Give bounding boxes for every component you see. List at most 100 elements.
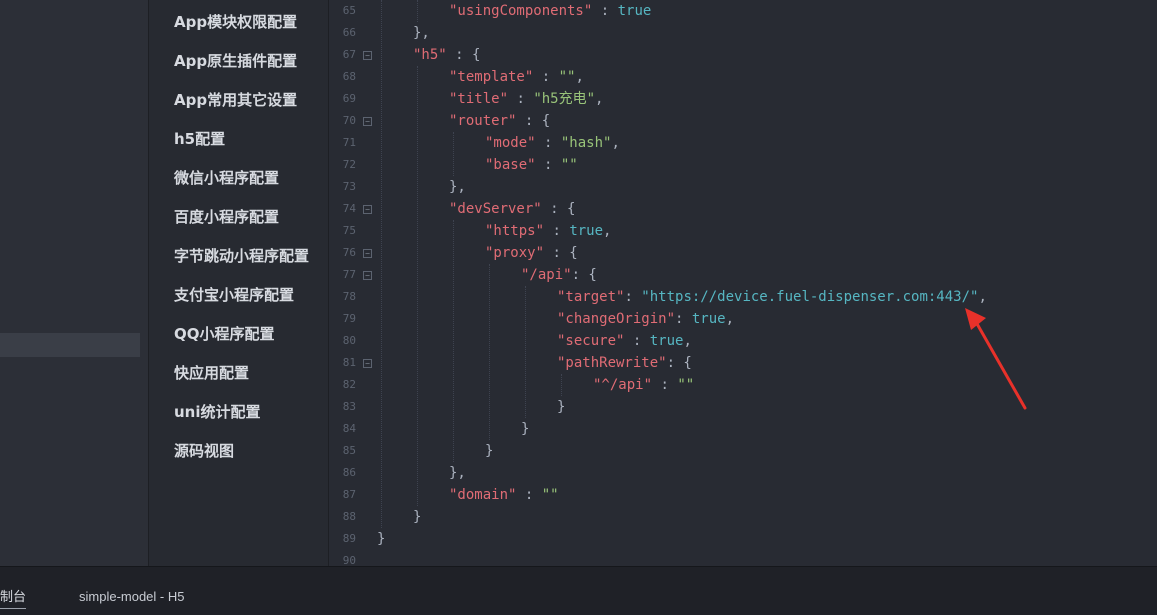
config-nav: App模块权限配置 App原生插件配置 App常用其它设置 h5配置 微信小程序… (149, 0, 328, 566)
fold-toggle-icon[interactable]: − (363, 271, 372, 280)
code-token: } (377, 531, 386, 547)
code-line[interactable]: } (413, 506, 421, 528)
line-number: 82 (342, 378, 356, 391)
line-number: 90 (342, 554, 356, 566)
code-line[interactable]: "devServer" : { (449, 198, 575, 220)
code-line[interactable]: "mode" : "hash", (485, 132, 620, 154)
code-line[interactable]: "/api": { (521, 264, 597, 286)
code-line[interactable]: "^/api" : "" (593, 374, 694, 396)
code-line[interactable]: "h5" : { (413, 44, 480, 66)
code-token: : { (544, 245, 578, 261)
code-line[interactable]: } (377, 528, 385, 550)
nav-item-bytedance-miniprogram[interactable]: 字节跳动小程序配置 (174, 246, 309, 266)
nav-item-uni-stats[interactable]: uni统计配置 (174, 402, 261, 422)
json-key: "base" (485, 157, 536, 173)
code-token: } (413, 509, 422, 525)
json-key: "pathRewrite" (557, 355, 667, 371)
line-number: 81 (342, 356, 356, 369)
line-number: 65 (342, 4, 356, 17)
code-token: "" (541, 487, 559, 503)
code-token: : { (666, 355, 692, 371)
code-line[interactable]: }, (413, 22, 430, 44)
fold-toggle-icon[interactable]: − (363, 249, 372, 258)
code-token: , (611, 135, 620, 151)
nav-item-app-native-plugins[interactable]: App原生插件配置 (174, 51, 297, 71)
line-number: 85 (342, 444, 356, 457)
code-line[interactable]: }, (449, 462, 466, 484)
indent-guide (453, 220, 454, 462)
nav-item-app-module-permissions[interactable]: App模块权限配置 (174, 12, 297, 32)
code-token: : { (516, 113, 551, 129)
nav-item-quickapp[interactable]: 快应用配置 (174, 363, 249, 383)
code-line[interactable]: "https" : true, (485, 220, 611, 242)
json-key: "target" (557, 289, 625, 305)
json-key: "https" (485, 223, 545, 239)
line-number: 67 (342, 48, 356, 61)
code-line[interactable]: "domain" : "" (449, 484, 559, 506)
line-number: 73 (342, 180, 356, 193)
code-token: , (575, 69, 584, 85)
code-token: "" (677, 377, 695, 393)
code-line[interactable]: "target": "https://device.fuel-dispenser… (557, 286, 987, 308)
code-token: , (603, 223, 612, 239)
code-line[interactable]: } (485, 440, 493, 462)
left-panel (0, 0, 149, 566)
nav-item-h5-config[interactable]: h5配置 (174, 129, 225, 149)
code-token: } (485, 443, 494, 459)
json-key: "title" (449, 91, 509, 107)
json-key: "^/api" (593, 377, 653, 393)
line-number: 79 (342, 312, 356, 325)
line-number: 77 (342, 268, 356, 281)
fold-toggle-icon[interactable]: − (363, 117, 372, 126)
code-line[interactable]: "pathRewrite": { (557, 352, 692, 374)
code-line[interactable]: "template" : "", (449, 66, 584, 88)
code-line[interactable]: "router" : { (449, 110, 550, 132)
code-token: : (592, 3, 618, 19)
code-line[interactable]: "secure" : true, (557, 330, 692, 352)
indent-guide (453, 132, 454, 176)
code-line[interactable]: "base" : "" (485, 154, 578, 176)
nav-item-alipay-miniprogram[interactable]: 支付宝小程序配置 (174, 285, 294, 305)
code-token: "" (560, 157, 578, 173)
code-token: } (557, 399, 566, 415)
fold-toggle-icon[interactable]: − (363, 205, 372, 214)
code-line[interactable]: "title" : "h5充电", (449, 88, 603, 110)
line-number: 66 (342, 26, 356, 39)
nav-item-source-view[interactable]: 源码视图 (174, 441, 234, 461)
code-token: , (725, 311, 735, 327)
fold-toggle-icon[interactable]: − (363, 51, 372, 60)
code-token: : (675, 311, 692, 327)
fold-toggle-icon[interactable]: − (363, 359, 372, 368)
code-token: true (569, 223, 604, 239)
nav-item-wechat-miniprogram[interactable]: 微信小程序配置 (174, 168, 279, 188)
nav-item-baidu-miniprogram[interactable]: 百度小程序配置 (174, 207, 279, 227)
json-key: "proxy" (485, 245, 545, 261)
line-number: 80 (342, 334, 356, 347)
code-token: }, (413, 25, 430, 41)
tab-console[interactable]: 制台 (0, 588, 27, 609)
code-token: : (624, 333, 650, 349)
code-line[interactable]: } (557, 396, 565, 418)
line-number: 69 (342, 92, 356, 105)
code-token: , (595, 91, 604, 107)
code-line[interactable]: "usingComponents" : true (449, 0, 651, 22)
code-line[interactable]: } (521, 418, 529, 440)
proxy-target-url: "https://device.fuel-dispenser.com:443/" (641, 289, 979, 305)
code-token: : (624, 289, 642, 305)
code-token: }, (449, 179, 466, 195)
line-number: 75 (342, 224, 356, 237)
code-token: : (516, 487, 542, 503)
code-line[interactable]: "proxy" : { (485, 242, 578, 264)
code-line[interactable]: }, (449, 176, 466, 198)
code-token: "hash" (560, 135, 612, 151)
json-key: "secure" (557, 333, 625, 349)
nav-item-app-other-settings[interactable]: App常用其它设置 (174, 90, 297, 110)
code-editor[interactable]: 65 66 67 68 69 70 71 72 73 74 75 76 77 78 79 80 81 82 83 84… (329, 0, 1157, 566)
line-number: 70 (342, 114, 356, 127)
code-line[interactable]: "changeOrigin": true, (557, 308, 734, 330)
code-token: } (521, 421, 530, 437)
nav-item-qq-miniprogram[interactable]: QQ小程序配置 (174, 324, 275, 344)
left-panel-selected-row[interactable] (0, 333, 140, 357)
tab-project-h5[interactable]: simple-model - H5 (79, 588, 184, 606)
code-token: }, (449, 465, 466, 481)
